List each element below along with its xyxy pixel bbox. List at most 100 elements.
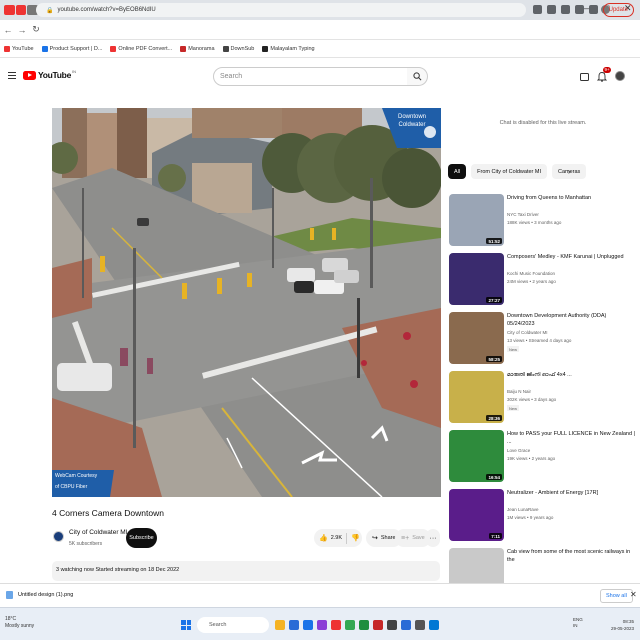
taskbar-app-icon[interactable] <box>373 620 383 630</box>
downloads-bar: Untitled design (1).png Show all ✕ <box>0 583 640 607</box>
menu-icon[interactable] <box>8 72 16 79</box>
browser-tab[interactable] <box>15 5 27 15</box>
bookmark-item[interactable]: Manorama <box>180 45 215 52</box>
bookmark-item[interactable]: Malayalam Typing <box>262 45 315 52</box>
taskbar-app-icon[interactable] <box>289 620 299 630</box>
extension-icon[interactable] <box>561 5 570 14</box>
account-avatar[interactable] <box>615 71 625 81</box>
taskbar-app-icon[interactable] <box>359 620 369 630</box>
recommendation-title[interactable]: Composers' Medley - KMF Karunai | Unplug… <box>507 254 635 262</box>
taskbar-app-icon[interactable] <box>303 620 313 630</box>
search-input[interactable]: Search <box>213 67 408 86</box>
video-thumbnail[interactable]: 58:25 <box>449 312 504 364</box>
video-thumbnail[interactable]: 16:54 <box>449 430 504 482</box>
taskbar-app-icon[interactable] <box>275 620 285 630</box>
address-bar-row: ← → ↻ <box>0 20 640 40</box>
filter-chip[interactable]: All <box>448 164 467 179</box>
youtube-play-icon <box>23 70 36 80</box>
clock[interactable]: 08:35 29-05-2023 <box>611 618 634 632</box>
reload-icon[interactable]: ↻ <box>30 24 42 35</box>
video-title: 4 Corners Camera Downtown <box>52 508 164 518</box>
weather-widget[interactable]: 18°C Mostly sunny <box>5 616 34 630</box>
recommendation-title[interactable]: മാരുതി ജിംനി ഓഫ് 4x4 ... <box>507 372 635 380</box>
dislike-icon[interactable]: 👎 <box>351 534 360 542</box>
subscribe-button[interactable]: Subscribe <box>126 528 157 548</box>
recommendation-item[interactable]: 7:11 Neutralizer - Ambient of Energy [17R… <box>449 487 637 543</box>
taskbar-search[interactable]: Search <box>197 617 269 633</box>
video-thumbnail[interactable]: 7:11 <box>449 489 504 541</box>
recommendation-title[interactable]: Neutralizer - Ambient of Energy [17R] <box>507 490 635 498</box>
video-thumbnail[interactable]: 28:36 <box>449 371 504 423</box>
taskbar-app-icon[interactable] <box>345 620 355 630</box>
bookmark-item[interactable]: Online PDF Convert... <box>110 45 172 52</box>
video-thumbnail[interactable]: 27:27 <box>449 253 504 305</box>
save-label: Save <box>412 535 425 541</box>
download-filename: Untitled design (1).png <box>18 592 74 598</box>
close-downloads-icon[interactable]: ✕ <box>630 590 637 599</box>
recommendation-channel[interactable]: Love Grace <box>507 448 530 453</box>
taskbar-app-icon[interactable] <box>401 620 411 630</box>
back-icon[interactable]: ← <box>2 25 14 35</box>
video-frame: Downtown Coldwater <box>52 108 441 497</box>
recommendation-channel[interactable]: Kochi Music Foundation <box>507 271 555 276</box>
recommendation-item[interactable]: 58:25 Downtown Development Authority (DDA… <box>449 310 637 366</box>
youtube-logo[interactable]: YouTube IN <box>23 69 76 80</box>
channel-name[interactable]: City of Coldwater MI <box>69 529 128 536</box>
download-item[interactable]: Untitled design (1).png <box>6 591 73 599</box>
recommendation-channel[interactable]: NYC Taxi Driver <box>507 212 539 217</box>
search-button[interactable] <box>407 67 428 86</box>
share-icon[interactable] <box>533 5 542 14</box>
bookmark-item[interactable]: DownSub <box>222 45 254 52</box>
taskbar-app-icon[interactable] <box>415 620 425 630</box>
bookmark-item[interactable]: Product Support | D... <box>41 45 102 52</box>
search-icon <box>412 72 421 81</box>
star-icon[interactable] <box>547 5 556 14</box>
bookmark-item[interactable]: YouTube <box>4 45 34 52</box>
taskbar-app-icon[interactable] <box>429 620 439 630</box>
lock-icon: 🔒 <box>46 7 54 14</box>
recommendation-item[interactable]: 51:52 Driving from Queens to Manhattan NYC… <box>449 192 637 248</box>
filter-chip[interactable]: From City of Coldwater MI <box>471 164 547 179</box>
recommendation-title[interactable]: Driving from Queens to Manhattan <box>507 195 635 203</box>
browser-tab[interactable] <box>4 5 15 15</box>
description-box[interactable]: 3 watching now Started streaming on 18 D… <box>52 561 440 581</box>
bookmark-favicon-icon <box>222 45 229 52</box>
address-input[interactable]: 🔒 youtube.com/watch?v=ByEOB6NdIU <box>36 3 526 17</box>
share-label: Share <box>380 535 396 541</box>
update-button[interactable]: Update <box>602 3 634 17</box>
update-label: Update <box>608 7 628 13</box>
forward-icon[interactable]: → <box>16 25 28 35</box>
recommendation-title[interactable]: Downtown Development Authority (DDA) 05/… <box>507 313 635 328</box>
more-actions-button[interactable]: ··· <box>426 529 440 547</box>
sidebar-icon[interactable] <box>589 5 598 14</box>
puzzle-icon[interactable] <box>575 5 584 14</box>
taskbar-app-icon[interactable] <box>317 620 327 630</box>
new-badge: New <box>507 346 520 352</box>
recommendation-title[interactable]: How to PASS your FULL LICENCE in New Zea… <box>507 431 635 446</box>
recommendation-channel[interactable]: Baiju N Nair <box>507 389 531 394</box>
recommendation-channel[interactable]: Jean LunaRave <box>507 507 539 512</box>
video-player[interactable]: Downtown Coldwater WebCam Courtesy of CB… <box>52 108 441 497</box>
like-count[interactable]: 2.9K <box>331 535 342 541</box>
like-icon[interactable]: 👍 <box>319 534 328 542</box>
recommendation-title[interactable]: Cab view from some of the most scenic ra… <box>507 549 635 564</box>
taskbar-app-icon[interactable] <box>387 620 397 630</box>
weather-condition: Mostly sunny <box>5 623 35 629</box>
video-duration: 7:11 <box>489 533 502 539</box>
channel-avatar[interactable] <box>53 531 64 542</box>
recommendation-item[interactable]: 16:54 How to PASS your FULL LICENCE in Ne… <box>449 428 637 484</box>
image-file-icon <box>6 591 13 599</box>
create-video-icon[interactable] <box>580 73 589 81</box>
taskbar-app-icon[interactable] <box>331 620 341 630</box>
like-divider <box>346 532 348 544</box>
windows-taskbar: 18°C Mostly sunny Search ENG IN 08:35 29… <box>0 607 640 640</box>
system-tray[interactable]: ENG IN <box>573 617 583 629</box>
show-all-button[interactable]: Show all <box>600 589 633 603</box>
windows-start-icon[interactable] <box>181 620 191 630</box>
video-thumbnail[interactable]: 51:52 <box>449 194 504 246</box>
recommendation-channel[interactable]: City of Coldwater MI <box>507 330 548 335</box>
clock-date: 29-05-2023 <box>611 626 635 631</box>
recommendation-item[interactable]: 27:27 Composers' Medley - KMF Karunai | U… <box>449 251 637 307</box>
chevron-right-icon[interactable]: › <box>568 167 571 176</box>
recommendation-item[interactable]: 28:36 മാരുതി ജിംനി ഓഫ് 4x4 ... Baiju N Nai… <box>449 369 637 425</box>
